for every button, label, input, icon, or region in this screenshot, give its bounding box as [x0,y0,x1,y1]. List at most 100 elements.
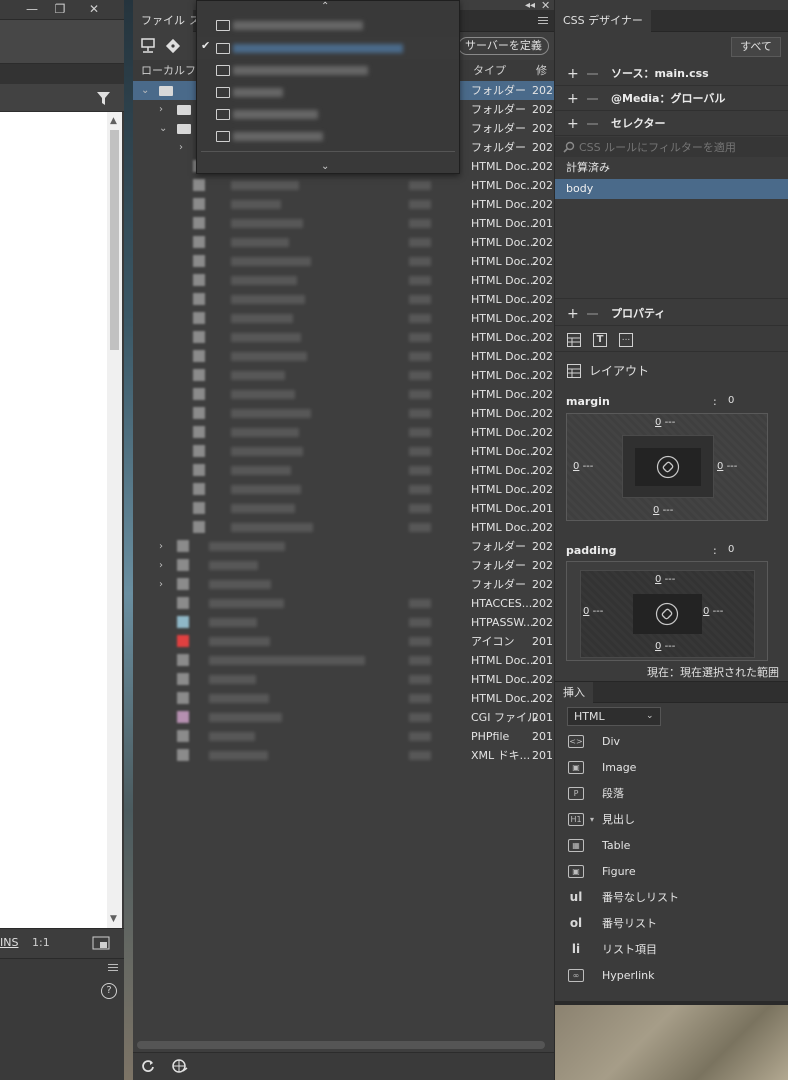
file-row[interactable]: HTML Doc... 202 [133,518,554,537]
file-row[interactable]: HTML Doc... 202 [133,480,554,499]
scroll-up-icon[interactable]: ▲ [110,116,117,126]
file-row[interactable]: HTML Doc... 202 [133,195,554,214]
file-row[interactable]: HTML Doc... 202 [133,271,554,290]
window-size-icon[interactable] [92,936,110,950]
help-icon[interactable]: ? [101,983,117,999]
tab-insert[interactable]: 挿入 [555,682,593,703]
collapse-arrow-icon[interactable]: › [159,556,163,575]
insert-item--[interactable]: li リスト項目 [555,937,788,963]
more-category-icon[interactable]: ... [619,333,633,347]
site-item-selected[interactable]: ✔ [197,37,459,59]
filter-icon[interactable] [97,92,110,105]
file-row[interactable]: HTML Doc... 202 [133,670,554,689]
file-row[interactable]: › フォルダー 202 [133,575,554,594]
file-row[interactable]: HTML Doc... 202 [133,176,554,195]
header-type[interactable]: タイプ [473,60,506,82]
text-category-icon[interactable]: T [593,333,607,347]
scroll-up-icon[interactable]: ⌃ [321,1,329,12]
site-item[interactable] [197,103,459,125]
insert-item-table[interactable]: ▦ Table [555,833,788,859]
tab-files[interactable]: ファイル [133,10,193,32]
insert-item-figure[interactable]: ▣ Figure [555,859,788,885]
restore-button[interactable]: ❐ [46,0,74,20]
minimize-button[interactable]: — [18,0,46,20]
selector-body[interactable]: body [555,179,788,199]
header-modified[interactable]: 修 [536,60,547,82]
insert-item-hyperlink[interactable]: ∞ Hyperlink [555,963,788,989]
file-row[interactable]: HTML Doc... 202 [133,689,554,708]
margin-top-value[interactable]: 0 --- [655,417,675,428]
close-button[interactable]: ✕ [80,0,108,20]
file-row[interactable]: HTML Doc... 202 [133,328,554,347]
layout-category-icon[interactable] [567,333,581,347]
document-scrollbar[interactable]: ▲ ▼ [107,112,122,928]
heading-dropdown-icon[interactable]: ▾ [590,807,594,833]
site-item[interactable] [197,59,459,81]
collapse-arrow-icon[interactable]: › [159,575,163,594]
connect-icon[interactable] [140,38,156,54]
collapse-arrow-icon[interactable]: › [179,138,183,157]
file-row[interactable]: HTML Doc... 202 [133,461,554,480]
add-selector-icon[interactable]: + [567,112,579,136]
add-source-icon[interactable]: + [567,62,579,86]
padding-right-value[interactable]: 0 --- [703,606,723,617]
collapse-arrow-icon[interactable]: › [159,537,163,556]
file-row[interactable]: › フォルダー 202 [133,556,554,575]
horizontal-scrollbar[interactable] [137,1041,545,1049]
add-property-icon[interactable]: + [567,302,579,326]
all-button[interactable]: すべて [731,37,781,57]
remove-icon[interactable] [587,313,598,315]
file-row[interactable]: HTML Doc... 202 [133,233,554,252]
scroll-down-icon[interactable]: ▼ [110,914,117,924]
file-row[interactable]: HTML Doc... 202 [133,404,554,423]
insert-item--[interactable]: P 段落 [555,781,788,807]
insert-category-select[interactable]: HTML ⌄ [567,707,661,726]
scrollbar-thumb[interactable] [110,130,119,350]
remove-icon[interactable] [587,123,598,125]
git-icon[interactable] [165,38,181,54]
expand-arrow-icon[interactable]: ⌄ [141,81,149,100]
file-row[interactable]: HTML Doc... 202 [133,309,554,328]
file-row[interactable]: HTML Doc... 202 [133,252,554,271]
properties-section[interactable]: + プロパティ [555,302,788,326]
margin-shorthand-value[interactable]: 0 [728,395,734,406]
file-row[interactable]: HTML Doc... 202 [133,366,554,385]
file-row[interactable]: HTPASSW... 202 [133,613,554,632]
padding-bottom-value[interactable]: 0 --- [655,641,675,652]
remove-icon[interactable] [587,73,598,75]
file-row[interactable]: HTML Doc... 201 [133,651,554,670]
file-row[interactable]: › フォルダー 202 [133,537,554,556]
selector-computed[interactable]: 計算済み [555,158,788,178]
file-row[interactable]: HTML Doc... 202 [133,423,554,442]
insert-item-image[interactable]: ▣ Image [555,755,788,781]
selector-filter-input[interactable] [579,138,784,156]
insert-item--[interactable]: ul 番号なしリスト [555,885,788,911]
site-item[interactable] [197,14,459,36]
file-row[interactable]: HTML Doc... 202 [133,385,554,404]
insert-item--[interactable]: ol 番号リスト [555,911,788,937]
file-row[interactable]: PHPfile 201 [133,727,554,746]
expand-arrow-icon[interactable]: ⌄ [159,119,167,138]
sources-section[interactable]: + ソース：main.css [555,62,788,86]
link-values-icon[interactable] [655,602,679,626]
file-row[interactable]: XML ドキ... 201 [133,746,554,765]
media-section[interactable]: + @Media：グローバル [555,87,788,111]
file-row[interactable]: HTML Doc... 202 [133,347,554,366]
remove-icon[interactable] [587,98,598,100]
margin-right-value[interactable]: 0 --- [717,461,737,472]
file-row[interactable]: アイコン 201 [133,632,554,651]
refresh-icon[interactable] [141,1059,155,1073]
link-values-icon[interactable] [656,455,680,479]
file-row[interactable]: HTML Doc... 201 [133,499,554,518]
site-item[interactable] [197,125,459,147]
define-server-button[interactable]: サーバーを定義 [458,37,549,55]
collapse-arrow-icon[interactable]: › [159,100,163,119]
padding-left-value[interactable]: 0 --- [583,606,603,617]
insert-item-div[interactable]: <> Div [555,729,788,755]
tab-css-designer[interactable]: CSS デザイナー [555,10,651,32]
padding-top-value[interactable]: 0 --- [655,574,675,585]
panel-menu-icon[interactable] [538,17,548,18]
insert-item--[interactable]: H1 ▾ 見出し [555,807,788,833]
site-dropdown-menu[interactable]: ⌃ ✔ ⌄ [196,0,460,174]
add-media-icon[interactable]: + [567,87,579,111]
